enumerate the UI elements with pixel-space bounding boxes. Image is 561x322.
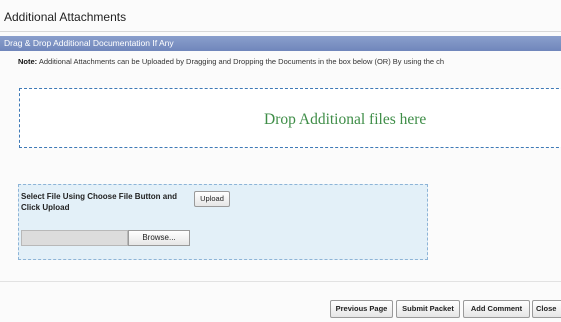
browse-button[interactable]: Browse...	[128, 230, 190, 246]
note-text: Note: Additional Attachments can be Uplo…	[18, 57, 444, 66]
select-file-instruction: Select File Using Choose File Button and…	[21, 192, 178, 212]
footer-divider	[0, 281, 561, 282]
attachments-page: Additional Attachments Drag & Drop Addit…	[0, 0, 561, 322]
title-divider	[0, 31, 561, 32]
drop-zone-label: Drop Additional files here	[264, 111, 427, 128]
file-path-field[interactable]	[21, 230, 128, 246]
submit-packet-button[interactable]: Submit Packet	[396, 300, 460, 318]
previous-page-button[interactable]: Previous Page	[330, 300, 393, 318]
page-title: Additional Attachments	[4, 10, 127, 24]
add-comment-button[interactable]: Add Comment	[463, 300, 530, 318]
close-button[interactable]: Close	[532, 300, 561, 318]
note-body: Additional Attachments can be Uploaded b…	[38, 57, 445, 66]
section-header-bar: Drag & Drop Additional Documentation If …	[0, 36, 561, 51]
upload-button[interactable]: Upload	[194, 191, 230, 207]
note-label: Note:	[18, 57, 38, 66]
